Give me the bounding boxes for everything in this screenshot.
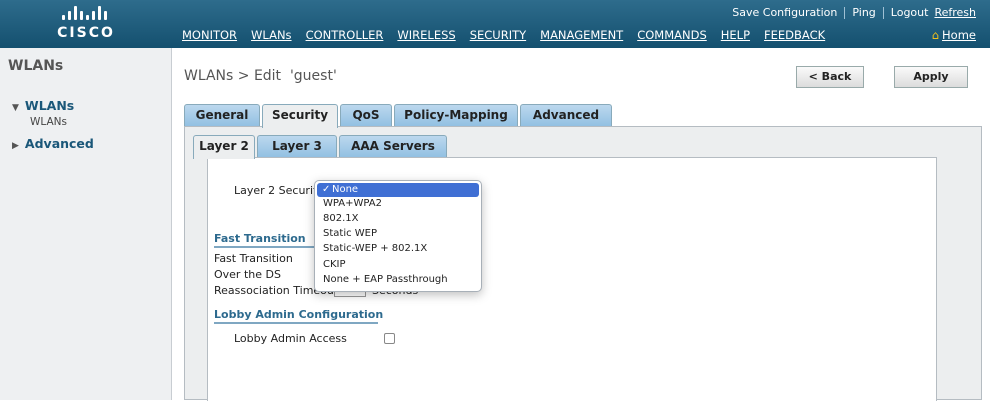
refresh-link[interactable]: Refresh (934, 6, 976, 19)
layer2-security-label: Layer 2 Security (234, 184, 324, 197)
nav-commands[interactable]: COMMANDS (637, 28, 707, 42)
lobby-admin-heading: Lobby Admin Configuration (214, 308, 384, 321)
section-divider (214, 322, 378, 324)
tab-qos[interactable]: QoS (340, 104, 392, 126)
ping-link[interactable]: Ping (852, 6, 875, 19)
main-content: WLANs > Edit 'guest' < Back Apply Genera… (172, 48, 990, 401)
main-nav: MONITOR WLANs CONTROLLER WIRELESS SECURITY MA… (182, 28, 839, 42)
dropdown-option-ckip[interactable]: CKIP (315, 258, 481, 272)
logout-link[interactable]: Logout (891, 6, 929, 19)
divider (882, 7, 884, 19)
tab-advanced[interactable]: Advanced (520, 104, 612, 126)
checkmark-icon: ✓ (322, 184, 331, 195)
security-panel: Layer 2 Layer 3 AAA Servers Layer 2 Secu… (184, 126, 982, 401)
sidebar-item-label: WLANs (24, 98, 75, 113)
nav-wlans[interactable]: WLANs (251, 28, 292, 42)
tab-layer3[interactable]: Layer 3 (257, 135, 337, 157)
apply-button[interactable]: Apply (894, 66, 968, 88)
home-label: Home (942, 28, 976, 42)
tab-general[interactable]: General (184, 104, 260, 126)
home-icon: ⌂ (931, 28, 940, 42)
nav-wireless[interactable]: WIRELESS (397, 28, 455, 42)
top-header: CISCO Save Configuration Ping Logout Refres… (0, 0, 990, 48)
tab-security[interactable]: Security (262, 104, 338, 128)
dropdown-option-wpa-wpa2[interactable]: WPA+WPA2 (315, 197, 481, 211)
nav-management[interactable]: MANAGEMENT (540, 28, 623, 42)
layer2-security-dropdown[interactable]: ✓ None WPA+WPA2 802.1X Static WEP Static-… (314, 180, 482, 292)
lobby-admin-access-checkbox[interactable] (384, 333, 395, 344)
over-the-ds-label: Over the DS (214, 268, 281, 281)
tab-layer2[interactable]: Layer 2 (193, 135, 255, 159)
sidebar-item-advanced[interactable]: ▶ Advanced (12, 136, 94, 151)
option-label: None (332, 184, 359, 195)
dropdown-option-none-eap-passthrough[interactable]: None + EAP Passthrough (315, 273, 481, 287)
nav-security[interactable]: SECURITY (470, 28, 526, 42)
nav-help[interactable]: HELP (721, 28, 750, 42)
home-link[interactable]: ⌂ Home (932, 28, 976, 42)
page-title: WLANs > Edit 'guest' (184, 68, 337, 84)
tab-policy-mapping[interactable]: Policy-Mapping (394, 104, 518, 126)
fast-transition-heading: Fast Transition (214, 232, 306, 245)
divider (844, 7, 846, 19)
cisco-logo: CISCO (0, 0, 172, 48)
back-button[interactable]: < Back (796, 66, 864, 88)
save-configuration-link[interactable]: Save Configuration (732, 6, 837, 19)
nav-feedback[interactable]: FEEDBACK (764, 28, 825, 42)
sidebar: WLANs ▼ WLANs WLANs ▶ Advanced (0, 48, 172, 400)
fast-transition-label: Fast Transition (214, 252, 293, 265)
triangle-down-icon: ▼ (12, 103, 19, 113)
cisco-bars-icon (62, 6, 110, 20)
triangle-right-icon: ▶ (12, 141, 19, 151)
tab-aaa-servers[interactable]: AAA Servers (339, 135, 447, 157)
sidebar-item-wlans[interactable]: ▼ WLANs (12, 98, 74, 113)
top-links: Save Configuration Ping Logout Refresh (732, 6, 976, 19)
dropdown-option-8021x[interactable]: 802.1X (315, 212, 481, 226)
cisco-wordmark: CISCO (57, 25, 115, 41)
dropdown-option-none[interactable]: ✓ None (317, 183, 479, 197)
nav-monitor[interactable]: MONITOR (182, 28, 237, 42)
dropdown-option-static-wep-8021x[interactable]: Static-WEP + 802.1X (315, 242, 481, 256)
sidebar-title: WLANs (8, 58, 64, 74)
lobby-admin-access-label: Lobby Admin Access (234, 332, 347, 345)
dropdown-option-static-wep[interactable]: Static WEP (315, 227, 481, 241)
nav-controller[interactable]: CONTROLLER (306, 28, 384, 42)
sidebar-item-label: Advanced (24, 136, 94, 151)
sidebar-subitem-wlans[interactable]: WLANs (30, 116, 67, 128)
